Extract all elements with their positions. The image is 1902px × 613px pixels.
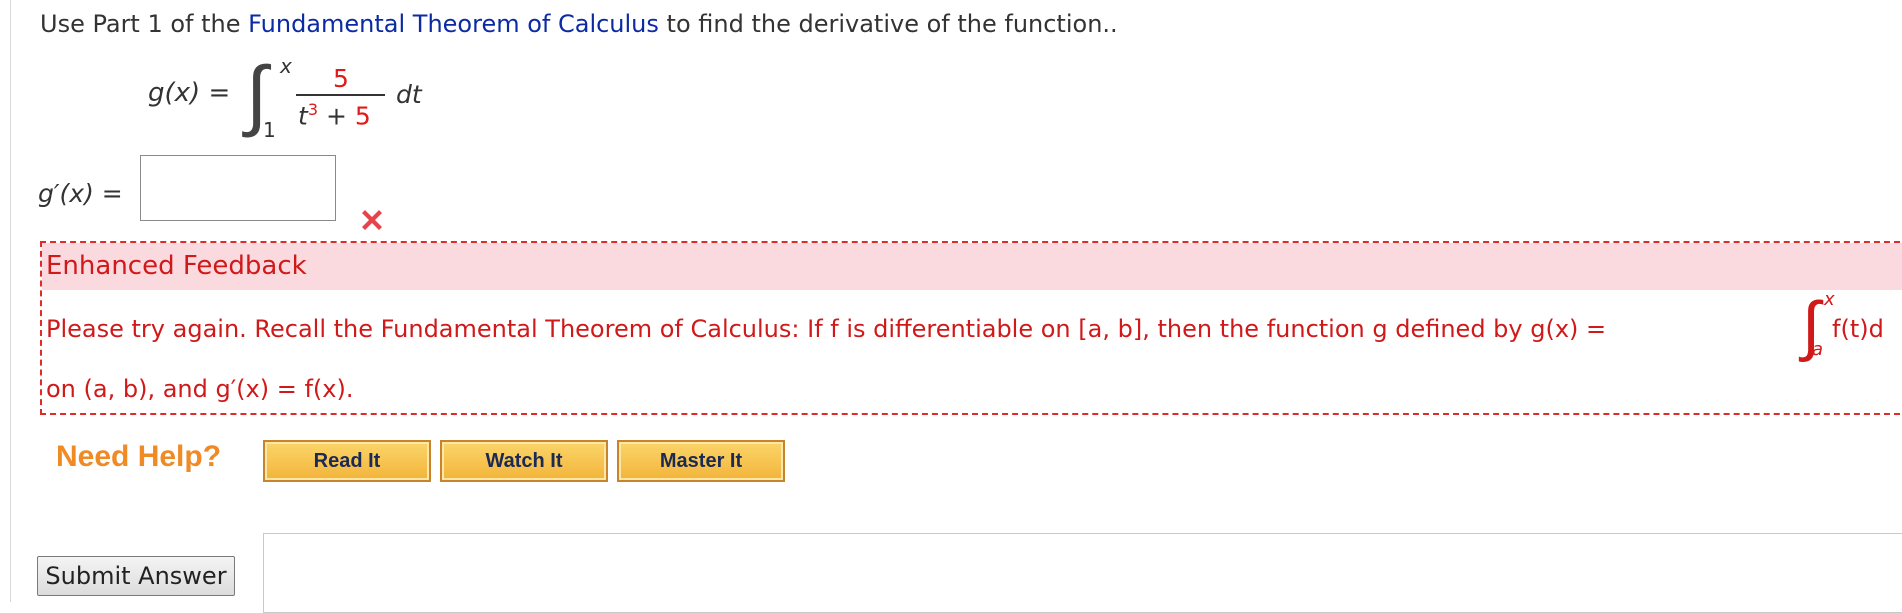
ftc-link[interactable]: Fundamental Theorem of Calculus xyxy=(248,10,659,38)
feedback-integrand: f(t)d xyxy=(1832,315,1884,343)
integral-upper-limit: x xyxy=(280,54,292,78)
watch-it-button[interactable]: Watch It xyxy=(440,440,608,482)
feedback-panel: Enhanced Feedback Please try again. Reca… xyxy=(40,241,1902,415)
den-constant: 5 xyxy=(354,101,371,131)
feedback-text-line1: Please try again. Recall the Fundamental… xyxy=(46,315,1606,343)
feedback-text-line2: on (a, b), and g′(x) = f(x). xyxy=(46,375,354,403)
prompt-text-before: Use Part 1 of the xyxy=(40,10,249,38)
answer-input[interactable] xyxy=(140,155,336,221)
submit-answer-button[interactable]: Submit Answer xyxy=(37,556,235,596)
left-border xyxy=(10,0,11,602)
fraction-bar xyxy=(296,94,385,96)
answer-label: g′(x) = xyxy=(38,179,123,208)
feedback-integral-lower: a xyxy=(1812,339,1824,360)
feedback-sentence: Please try again. Recall the Fundamental… xyxy=(46,315,1607,343)
need-help-label: Need Help? xyxy=(56,440,222,473)
work-area[interactable] xyxy=(263,533,1902,613)
feedback-integral-upper: x xyxy=(1824,289,1835,310)
function-label: g(x) = xyxy=(148,78,231,108)
integral-differential: dt xyxy=(396,80,422,109)
den-plus: + xyxy=(318,101,355,131)
x-mark-icon xyxy=(362,210,382,230)
prompt-text-after: to find the derivative of the function.. xyxy=(658,10,1118,38)
question-prompt: Use Part 1 of the Fundamental Theorem of… xyxy=(40,10,1118,38)
integral-lower-limit: 1 xyxy=(263,118,276,142)
feedback-header: Enhanced Feedback xyxy=(42,243,1902,290)
den-base: t xyxy=(298,101,308,131)
fraction-numerator: 5 xyxy=(333,64,349,93)
den-exponent: 3 xyxy=(307,100,318,119)
fraction-denominator: t3 + 5 xyxy=(298,100,371,130)
master-it-button[interactable]: Master It xyxy=(617,440,785,482)
read-it-button[interactable]: Read It xyxy=(263,440,431,482)
